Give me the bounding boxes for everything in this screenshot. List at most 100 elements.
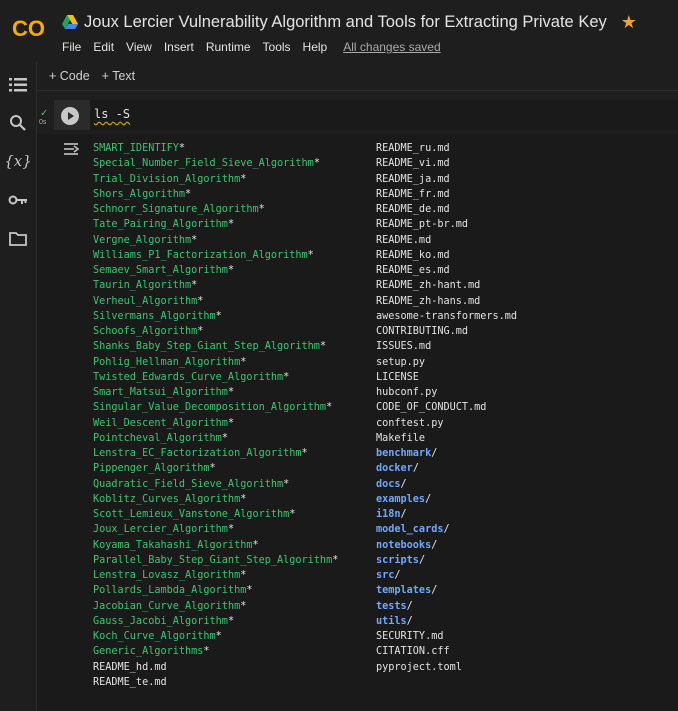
output-line: Parallel_Baby_Step_Giant_Step_Algorithm*	[93, 553, 338, 568]
star-icon[interactable]: ★	[621, 13, 637, 31]
file-name: Weil_Descent_Algorithm	[93, 417, 228, 429]
output-line: Verheul_Algorithm*	[93, 294, 338, 309]
output-line: Schoofs_Algorithm*	[93, 324, 338, 339]
menu-view[interactable]: View	[126, 40, 152, 54]
file-type-suffix: /	[418, 554, 426, 566]
output-line: Williams_P1_Factorization_Algorithm*	[93, 248, 338, 263]
file-name: Pohlig_Hellman_Algorithm	[93, 356, 241, 368]
menu-help[interactable]: Help	[303, 40, 328, 54]
file-type-suffix: *	[227, 265, 235, 276]
search-icon[interactable]	[8, 113, 28, 133]
output-line: Twisted_Edwards_Curve_Algorithm*	[93, 370, 338, 385]
file-type-suffix: *	[178, 143, 186, 154]
code-cell[interactable]: ✓ 0s ls -S SMART_IDENTIFY* Special_Number…	[37, 100, 678, 711]
file-type-suffix: *	[240, 493, 247, 505]
menu-bar: File Edit View Insert Runtime Tools Help…	[62, 40, 441, 54]
drive-icon	[62, 15, 78, 29]
file-type-suffix: *	[209, 463, 216, 475]
file-type-suffix: /	[443, 524, 450, 536]
file-type-suffix: /	[406, 600, 413, 612]
colab-logo[interactable]: CO	[11, 14, 51, 42]
file-name: Taurin_Algorithm	[93, 280, 192, 292]
variables-icon[interactable]: {x}	[4, 151, 32, 171]
file-name: notebooks	[376, 539, 432, 551]
key-icon[interactable]	[8, 190, 28, 210]
output-line: README_pt-br.md	[376, 217, 517, 232]
output-line: Makefile	[376, 431, 517, 446]
menu-tools[interactable]: Tools	[263, 40, 291, 54]
clear-output-icon[interactable]	[62, 140, 80, 158]
file-name: hubconf.py	[376, 387, 438, 398]
output-line: Koblitz_Curves_Algorithm*	[93, 492, 338, 507]
file-name: Williams_P1_Factorization_Algorithm	[93, 249, 308, 261]
output-line: docker/	[376, 461, 517, 476]
output-line: Lenstra_Lovasz_Algorithm*	[93, 568, 338, 583]
file-name: Schoofs_Algorithm	[93, 326, 198, 337]
file-name: README_hd.md	[93, 661, 167, 673]
file-name: awesome-transformers.md	[376, 310, 518, 322]
output-line: i18n/	[376, 507, 517, 522]
code-editor[interactable]: ls -S	[90, 100, 678, 130]
run-cell-button[interactable]	[61, 107, 79, 125]
folder-icon[interactable]	[8, 228, 28, 248]
output-line: SMART_IDENTIFY*	[93, 141, 338, 156]
output-line: README_hd.md	[93, 660, 338, 675]
output-line: Shanks_Baby_Step_Giant_Step_Algorithm*	[93, 339, 338, 354]
file-type-suffix: /	[406, 615, 413, 627]
notebook-title[interactable]: Joux Lercier Vulnerability Algorithm and…	[84, 13, 607, 32]
file-name: Pippenger_Algorithm	[93, 463, 210, 475]
file-type-suffix: *	[215, 310, 222, 322]
file-name: Silvermans_Algorithm	[93, 310, 216, 322]
file-name: Koblitz_Curves_Algorithm	[93, 493, 241, 505]
file-name: templates	[376, 585, 432, 597]
output-line: ISSUES.md	[376, 339, 517, 354]
output-line: benchmark/	[376, 446, 517, 461]
output-line: Pollards_Lambda_Algorithm*	[93, 583, 338, 598]
output-line: setup.py	[376, 355, 517, 370]
file-type-suffix: *	[227, 417, 235, 429]
file-type-suffix: /	[394, 570, 401, 581]
save-status-link[interactable]: All changes saved	[343, 40, 440, 54]
output-line: CODE_OF_CONDUCT.md	[376, 400, 517, 415]
cell-output: SMART_IDENTIFY* Special_Number_Field_Siev…	[37, 134, 678, 711]
output-line: templates/	[376, 583, 517, 598]
file-type-suffix: *	[240, 356, 247, 368]
cell-gutter: ✓ 0s	[37, 100, 52, 130]
output-line: notebooks/	[376, 538, 517, 553]
output-line: Schnorr_Signature_Algorithm*	[93, 202, 338, 217]
file-name: Shanks_Baby_Step_Giant_Step_Algorithm	[93, 341, 320, 353]
cell-source[interactable]: ls -S	[94, 107, 130, 121]
output-line: README_es.md	[376, 263, 517, 278]
add-code-button[interactable]: + Code	[49, 69, 90, 83]
file-name: Quadratic_Field_Sieve_Algorithm	[93, 478, 284, 490]
file-name: Lenstra_Lovasz_Algorithm	[93, 570, 241, 581]
file-name: README_ko.md	[376, 249, 450, 261]
add-text-button[interactable]: + Text	[102, 69, 135, 83]
file-name: SECURITY.md	[376, 631, 444, 642]
output-line: Tate_Pairing_Algorithm*	[93, 217, 338, 232]
file-name: Verheul_Algorithm	[93, 295, 198, 307]
file-type-suffix: *	[283, 371, 290, 383]
file-name: README_zh-hans.md	[376, 295, 481, 307]
file-name: Schnorr_Signature_Algorithm	[93, 204, 259, 215]
output-line: README_te.md	[93, 675, 338, 690]
file-type-suffix: *	[283, 478, 290, 490]
file-type-suffix: *	[227, 524, 235, 536]
title-row: Joux Lercier Vulnerability Algorithm and…	[62, 11, 637, 33]
file-type-suffix: *	[313, 158, 320, 170]
menu-insert[interactable]: Insert	[164, 40, 194, 54]
file-name: README_vi.md	[376, 158, 450, 170]
file-name: i18n	[376, 509, 401, 520]
menu-file[interactable]: File	[62, 40, 81, 54]
menu-icon[interactable]	[8, 75, 28, 95]
output-line: hubconf.py	[376, 385, 517, 400]
file-name: Semaev_Smart_Algorithm	[93, 265, 228, 276]
output-line: Silvermans_Algorithm*	[93, 309, 338, 324]
file-type-suffix: /	[425, 493, 432, 505]
file-type-suffix: *	[307, 249, 314, 261]
file-name: README_es.md	[376, 265, 450, 276]
menu-runtime[interactable]: Runtime	[206, 40, 251, 54]
output-line: Scott_Lemieux_Vanstone_Algorithm*	[93, 507, 338, 522]
file-type-suffix: *	[227, 387, 235, 398]
menu-edit[interactable]: Edit	[93, 40, 114, 54]
